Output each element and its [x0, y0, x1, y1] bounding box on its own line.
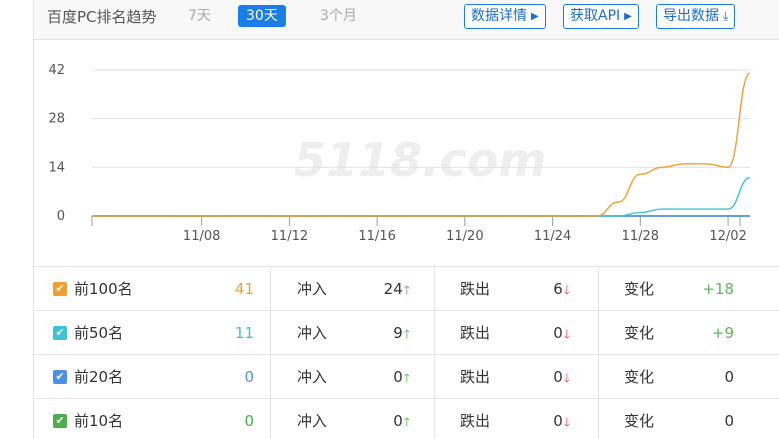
series-checkbox[interactable]: ✔ — [53, 326, 67, 340]
rush-label: 冲入 — [297, 324, 328, 342]
data-details-button[interactable]: 数据详情 ▶ — [464, 4, 546, 29]
x-tick-label: 11/28 — [622, 229, 659, 244]
column-divider — [598, 355, 599, 399]
drop-value-cell: 0🡓 — [504, 399, 570, 439]
y-tick-label: 0 — [57, 209, 65, 224]
trend-chart: 5118.com 0 14 28 42 11/08 11/12 11/16 11/20 11/24… — [34, 41, 779, 266]
arrow-up-icon: 🡑 — [403, 371, 410, 385]
export-data-label: 导出数据 — [663, 8, 719, 24]
change-value: 0 — [724, 368, 734, 386]
rush-value-cell: 24🡑 — [344, 267, 410, 311]
panel-title: 百度PC排名趋势 — [47, 8, 157, 26]
series-checkbox[interactable]: ✔ — [53, 370, 67, 384]
caret-right-icon: ▶ — [531, 11, 539, 22]
arrow-down-icon: 🡓 — [563, 371, 570, 385]
column-divider — [434, 399, 435, 439]
x-tick-label: 11/24 — [534, 229, 571, 244]
rank-count: 41 — [234, 280, 254, 298]
column-divider — [598, 399, 599, 439]
y-tick-label: 14 — [48, 160, 65, 175]
rush-value: 0 — [393, 412, 403, 430]
tab-3-months[interactable]: 3个月 — [312, 5, 365, 27]
column-divider — [270, 311, 271, 355]
rush-value-cell: 9🡑 — [344, 311, 410, 355]
trend-chart-svg: 5118.com 0 14 28 42 11/08 11/12 11/16 11/20 11/24… — [48, 63, 751, 244]
arrow-down-icon: 🡓 — [563, 327, 570, 341]
change-label: 变化 — [624, 368, 655, 386]
change-label: 变化 — [624, 324, 655, 342]
series-checkbox[interactable]: ✔ — [53, 414, 67, 428]
rush-value: 9 — [393, 324, 403, 342]
drop-label: 跌出 — [460, 324, 491, 342]
rush-value: 0 — [393, 368, 403, 386]
change-value: 0 — [724, 412, 734, 430]
x-tick-label: 11/16 — [358, 229, 395, 244]
rank-count: 11 — [234, 324, 254, 342]
rank-label: 前50名 — [74, 324, 124, 342]
column-divider — [434, 311, 435, 355]
table-row: ✔ 前20名 0 冲入 0🡑 跌出 0🡓 变化 0 — [34, 354, 779, 399]
change-value: +18 — [702, 280, 734, 298]
ranking-trend-panel: 百度PC排名趋势 7天 30天 3个月 数据详情 ▶ 获取API ▶ 导出数据 ⤓ 5… — [33, 0, 779, 439]
drop-value-cell: 6🡓 — [504, 267, 570, 311]
column-divider — [598, 311, 599, 355]
drop-value-cell: 0🡓 — [504, 355, 570, 399]
arrow-up-icon: 🡑 — [403, 415, 410, 429]
arrow-up-icon: 🡑 — [403, 327, 410, 341]
ranking-table: ✔ 前100名 41 冲入 24🡑 跌出 6🡓 变化 +18 ✔ 前50名 11 冲入 9🡑 跌出 0🡓 变化 +… — [34, 266, 779, 439]
column-divider — [270, 399, 271, 439]
download-icon: ⤓ — [723, 9, 729, 23]
rush-label: 冲入 — [297, 280, 328, 298]
arrow-up-icon: 🡑 — [403, 283, 410, 297]
change-value: +9 — [711, 324, 734, 342]
rush-label: 冲入 — [297, 368, 328, 386]
column-divider — [434, 355, 435, 399]
export-data-button[interactable]: 导出数据 ⤓ — [656, 4, 736, 29]
arrow-down-icon: 🡓 — [563, 283, 570, 297]
x-tick-label: 12/02 — [709, 229, 746, 244]
column-divider — [270, 267, 271, 311]
get-api-button[interactable]: 获取API ▶ — [563, 4, 639, 29]
drop-label: 跌出 — [460, 412, 491, 430]
arrow-down-icon: 🡓 — [563, 415, 570, 429]
rank-count: 0 — [244, 368, 254, 386]
table-row: ✔ 前10名 0 冲入 0🡑 跌出 0🡓 变化 0 — [34, 398, 779, 439]
change-label: 变化 — [624, 280, 655, 298]
y-tick-label: 42 — [48, 63, 65, 78]
table-row: ✔ 前50名 11 冲入 9🡑 跌出 0🡓 变化 +9 — [34, 310, 779, 355]
drop-label: 跌出 — [460, 280, 491, 298]
rank-count: 0 — [244, 412, 254, 430]
rank-label: 前100名 — [74, 280, 133, 298]
column-divider — [598, 267, 599, 311]
tab-7-days[interactable]: 7天 — [180, 5, 219, 27]
drop-value: 6 — [553, 280, 563, 298]
rank-label: 前20名 — [74, 368, 124, 386]
x-tick-label: 11/12 — [271, 229, 308, 244]
change-label: 变化 — [624, 412, 655, 430]
watermark: 5118.com — [294, 133, 546, 187]
rush-label: 冲入 — [297, 412, 328, 430]
series-checkbox[interactable]: ✔ — [53, 282, 67, 296]
rush-value: 24 — [383, 280, 403, 298]
y-tick-label: 28 — [48, 112, 65, 127]
drop-value: 0 — [553, 412, 563, 430]
rush-value-cell: 0🡑 — [344, 399, 410, 439]
column-divider — [270, 355, 271, 399]
column-divider — [434, 267, 435, 311]
get-api-label: 获取API — [570, 8, 621, 24]
drop-value: 0 — [553, 324, 563, 342]
rush-value-cell: 0🡑 — [344, 355, 410, 399]
drop-value-cell: 0🡓 — [504, 311, 570, 355]
drop-label: 跌出 — [460, 368, 491, 386]
rank-label: 前10名 — [74, 412, 124, 430]
panel-header: 百度PC排名趋势 7天 30天 3个月 数据详情 ▶ 获取API ▶ 导出数据 ⤓ — [34, 0, 779, 40]
caret-right-icon: ▶ — [624, 11, 632, 22]
data-details-label: 数据详情 — [471, 8, 527, 24]
x-tick-label: 11/08 — [183, 229, 220, 244]
x-tick-label: 11/20 — [446, 229, 483, 244]
tab-30-days[interactable]: 30天 — [238, 5, 286, 27]
drop-value: 0 — [553, 368, 563, 386]
table-row: ✔ 前100名 41 冲入 24🡑 跌出 6🡓 变化 +18 — [34, 266, 779, 311]
